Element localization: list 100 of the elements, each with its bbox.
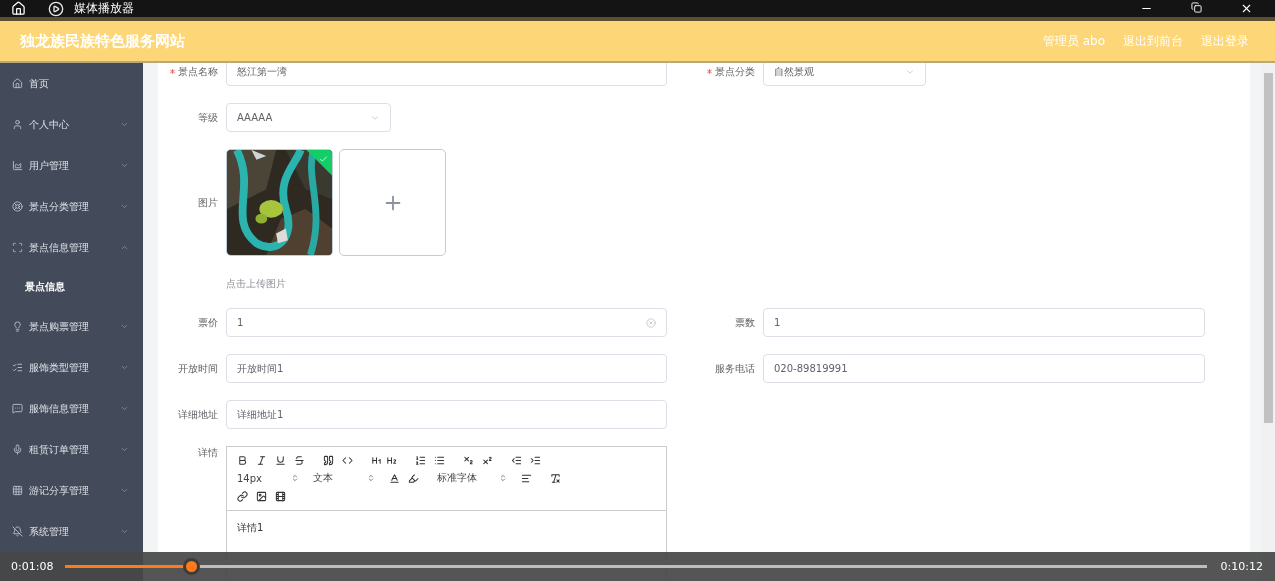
site-title: 独龙族民族特色服务网站 bbox=[20, 31, 185, 51]
subscript-icon[interactable] bbox=[463, 454, 474, 466]
select-field[interactable]: 自然景观 bbox=[763, 63, 926, 86]
select-field[interactable]: AAAAA bbox=[226, 103, 391, 132]
heading-two-icon[interactable] bbox=[386, 454, 397, 466]
field-value: 开放时间1 bbox=[237, 361, 284, 376]
underline-icon[interactable] bbox=[275, 454, 286, 466]
field-label: 景点名称 bbox=[158, 64, 218, 79]
ordered-list-icon[interactable] bbox=[415, 454, 426, 466]
chevron-down-icon bbox=[120, 322, 129, 331]
field-label: 票价 bbox=[197, 315, 218, 330]
chevron-down-icon bbox=[120, 363, 129, 372]
input-field[interactable]: 1 bbox=[226, 308, 667, 337]
input-field[interactable]: 1 bbox=[763, 308, 1205, 337]
video-icon[interactable] bbox=[275, 490, 286, 502]
link-icon[interactable] bbox=[237, 490, 248, 502]
home-icon[interactable] bbox=[11, 1, 26, 16]
progress-thumb[interactable] bbox=[182, 558, 200, 575]
menu-icon bbox=[12, 160, 23, 171]
scrollbar-thumb[interactable] bbox=[1263, 73, 1273, 423]
menu-icon bbox=[12, 242, 23, 253]
sidebar-item[interactable]: 服饰类型管理 bbox=[0, 347, 143, 388]
sidebar-item[interactable]: 首页 bbox=[0, 63, 143, 104]
input-field[interactable]: 详细地址1 bbox=[226, 400, 667, 429]
field-label: 详情 bbox=[197, 446, 218, 460]
code-icon[interactable] bbox=[342, 454, 353, 466]
sidebar-item[interactable]: 景点购票管理 bbox=[0, 306, 143, 347]
field-label: 详细地址 bbox=[177, 407, 218, 422]
menu-icon bbox=[12, 201, 23, 212]
check-icon bbox=[318, 154, 328, 164]
sidebar-subitem[interactable]: 景点信息 bbox=[0, 268, 143, 306]
field-value: 1 bbox=[774, 317, 781, 328]
menu-icon bbox=[12, 321, 23, 332]
restore-icon[interactable] bbox=[1191, 2, 1202, 13]
menu-icon bbox=[12, 78, 23, 89]
sidebar-item[interactable]: 游记分享管理 bbox=[0, 470, 143, 511]
elapsed-time: 0:01:08 bbox=[11, 560, 54, 573]
superscript-icon[interactable] bbox=[482, 454, 493, 466]
field-value: 自然景观 bbox=[774, 64, 814, 79]
field-value: 020-89819991 bbox=[774, 363, 848, 374]
menu-icon bbox=[12, 526, 23, 537]
up-down-arrows-icon bbox=[499, 474, 507, 482]
up-down-arrows-icon bbox=[367, 474, 375, 482]
chevron-down-icon bbox=[120, 445, 129, 454]
outdent-icon[interactable] bbox=[511, 454, 522, 466]
input-field[interactable]: 开放时间1 bbox=[226, 354, 667, 383]
image-icon[interactable] bbox=[256, 490, 267, 502]
required-icon bbox=[707, 69, 712, 74]
bullet-list-icon[interactable] bbox=[434, 454, 445, 466]
sidebar-item[interactable]: 景点信息管理 bbox=[0, 227, 143, 268]
window-title: 媒体播放器 bbox=[74, 0, 134, 17]
input-field[interactable]: 怒江第一湾 bbox=[226, 63, 667, 86]
menu-icon bbox=[12, 485, 23, 496]
clear-icon bbox=[646, 317, 656, 328]
chevron-down-icon bbox=[120, 202, 129, 211]
heading-one-icon[interactable] bbox=[371, 454, 382, 466]
highlight-icon[interactable] bbox=[408, 472, 419, 484]
chevron-down-icon bbox=[120, 486, 129, 495]
sidebar-item[interactable]: 用户管理 bbox=[0, 145, 143, 186]
strikethrough-icon[interactable] bbox=[294, 454, 305, 466]
sidebar-item[interactable]: 景点分类管理 bbox=[0, 186, 143, 227]
total-time: 0:10:12 bbox=[1220, 560, 1263, 573]
menu-icon bbox=[12, 362, 23, 373]
input-field[interactable]: 020-89819991 bbox=[763, 354, 1205, 383]
clear-format-icon[interactable] bbox=[550, 472, 561, 484]
dropdown-select[interactable]: 14px bbox=[237, 472, 299, 484]
chevron-down-icon bbox=[120, 161, 129, 170]
field-value: 1 bbox=[237, 317, 244, 328]
sidebar-item[interactable]: 系统管理 bbox=[0, 511, 143, 552]
field-label: 等级 bbox=[197, 110, 218, 125]
font-color-icon[interactable] bbox=[389, 472, 400, 484]
indent-icon[interactable] bbox=[530, 454, 541, 466]
editor-text: 详情1 bbox=[236, 521, 265, 535]
dropdown-select[interactable]: 文本 bbox=[313, 471, 375, 485]
chevron-up-icon bbox=[120, 243, 129, 252]
field-value: 详细地址1 bbox=[237, 407, 284, 422]
field-label: 图片 bbox=[197, 195, 218, 210]
bold-icon[interactable] bbox=[237, 454, 248, 466]
menu-icon bbox=[12, 403, 23, 414]
quote-icon[interactable] bbox=[323, 454, 334, 466]
align-icon[interactable] bbox=[521, 472, 532, 484]
close-icon[interactable] bbox=[1240, 2, 1253, 15]
chevron-down-icon bbox=[120, 527, 129, 536]
upload-hint: 点击上传图片 bbox=[226, 277, 286, 291]
sidebar-item[interactable]: 服饰信息管理 bbox=[0, 388, 143, 429]
menu-icon bbox=[12, 119, 23, 130]
chevron-down-icon bbox=[120, 404, 129, 413]
sidebar-item[interactable]: 租赁订单管理 bbox=[0, 429, 143, 470]
field-label: 服务电话 bbox=[714, 361, 755, 376]
dropdown-select[interactable]: 标准字体 bbox=[437, 471, 507, 485]
italic-icon[interactable] bbox=[256, 454, 267, 466]
field-value: AAAAA bbox=[237, 112, 273, 123]
sidebar-item[interactable]: 个人中心 bbox=[0, 104, 143, 145]
chevron-down-icon bbox=[120, 120, 129, 129]
play-logo-icon bbox=[48, 0, 64, 17]
required-icon bbox=[170, 69, 175, 74]
field-label: 景点分类 bbox=[675, 64, 755, 79]
field-label: 开放时间 bbox=[177, 361, 218, 376]
field-value: 怒江第一湾 bbox=[237, 64, 287, 79]
up-down-arrows-icon bbox=[291, 474, 299, 482]
